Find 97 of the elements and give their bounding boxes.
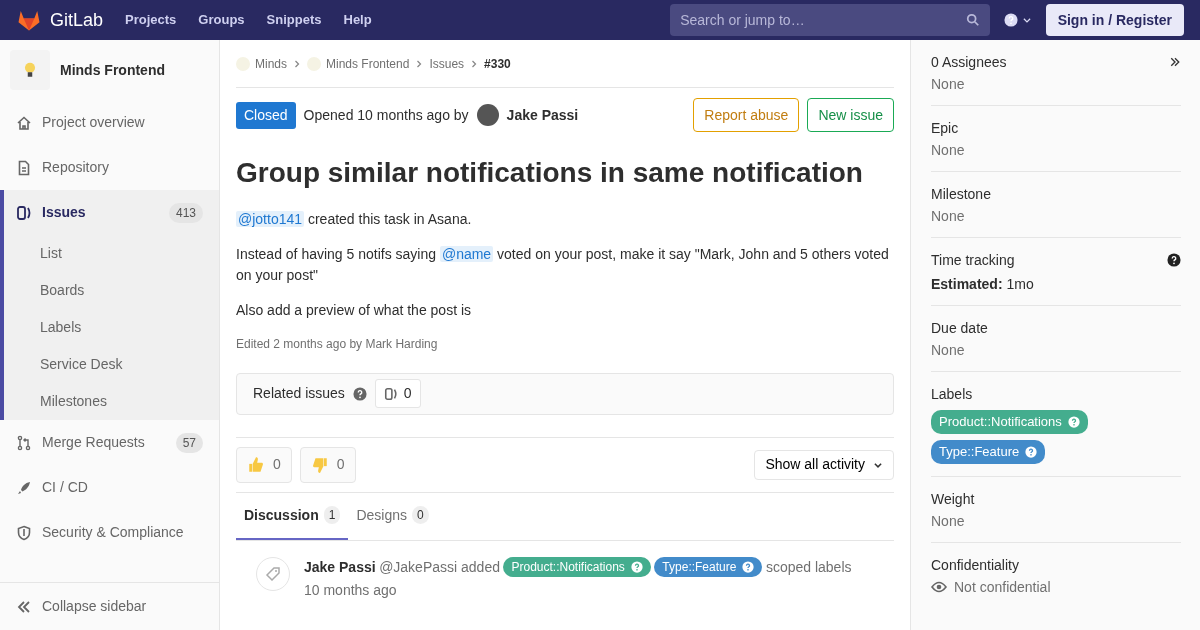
tag-icon bbox=[265, 565, 281, 582]
section-value: None bbox=[931, 512, 966, 531]
double-chevron-icon bbox=[16, 598, 32, 615]
nav-link[interactable]: Groups bbox=[198, 10, 245, 30]
help-icon bbox=[1025, 446, 1038, 458]
sign-in-button[interactable]: Sign in / Register bbox=[1045, 4, 1184, 36]
scoped-label[interactable]: Type::Feature bbox=[654, 557, 763, 578]
user-avatar bbox=[476, 104, 499, 126]
section-value: Not confidential bbox=[954, 578, 1051, 597]
nav-link[interactable]: Help bbox=[343, 10, 372, 30]
sidebar-item[interactable]: Merge Requests 57 bbox=[0, 420, 219, 465]
submenu-item[interactable]: Labels bbox=[4, 309, 219, 346]
submenu-item[interactable]: Service Desk bbox=[4, 346, 219, 383]
opened-text: Opened 10 months ago by bbox=[303, 105, 469, 125]
mention-link[interactable]: @name bbox=[439, 245, 494, 262]
section-title: Milestone bbox=[931, 185, 991, 204]
description-paragraph: Instead of having 5 notifs saying @name voted on your post, make it say "Mark, John and 5 others voted on your post" bbox=[236, 244, 890, 285]
description-paragraph: Also add a preview of what the post is bbox=[236, 300, 473, 320]
sidebar-item[interactable]: Repository bbox=[0, 145, 219, 190]
submenu-item[interactable]: Boards bbox=[4, 272, 219, 309]
sidebar-item[interactable]: CI / CD bbox=[0, 465, 219, 510]
help-icon bbox=[1067, 416, 1080, 428]
activity-filter-dropdown[interactable]: Show all activity bbox=[754, 449, 894, 480]
section-title: Weight bbox=[931, 490, 975, 509]
section-value: None bbox=[931, 341, 966, 360]
nav-link[interactable]: Snippets bbox=[266, 10, 322, 30]
group-avatar bbox=[307, 56, 321, 71]
nav-link[interactable]: Projects bbox=[125, 10, 177, 30]
edited-note: Edited 2 months ago by Mark Harding bbox=[236, 335, 439, 353]
home-icon bbox=[16, 114, 32, 131]
note-text: scoped labels bbox=[765, 557, 852, 577]
issue-title: Group similar notifications in same notification bbox=[236, 158, 864, 189]
report-abuse-button[interactable]: Report abuse bbox=[693, 98, 800, 132]
tab[interactable]: Discussion 1 bbox=[236, 492, 349, 540]
section-title: Labels bbox=[931, 385, 973, 404]
merge-icon bbox=[16, 434, 32, 451]
search-field[interactable]: Search or jump to… bbox=[670, 4, 991, 36]
author-link[interactable]: Jake Passi bbox=[304, 556, 376, 578]
breadcrumb-link[interactable]: Minds Frontend bbox=[307, 54, 410, 73]
section-value: None bbox=[931, 75, 966, 94]
section-value: None bbox=[931, 141, 966, 160]
sidebar-item[interactable]: Security & Compliance bbox=[0, 510, 219, 555]
new-issue-button[interactable]: New issue bbox=[807, 98, 894, 132]
chevron-icon bbox=[415, 59, 424, 68]
count-badge: 413 bbox=[168, 202, 203, 223]
award-button[interactable]: 0 bbox=[236, 446, 292, 483]
breadcrumb-link[interactable]: Minds bbox=[236, 54, 287, 73]
chevron-icon bbox=[293, 59, 301, 68]
issues-icon bbox=[16, 204, 32, 221]
section-title: 0 Assignees bbox=[931, 53, 1007, 72]
author-link[interactable]: Jake Passi bbox=[506, 104, 579, 126]
mention-link[interactable]: @jotto141 bbox=[236, 210, 305, 227]
help-icon bbox=[352, 386, 367, 401]
tab[interactable]: Designs 0 bbox=[348, 492, 437, 540]
search-icon bbox=[966, 13, 981, 27]
count-badge: 0 bbox=[412, 506, 429, 525]
section-value: None bbox=[931, 207, 966, 226]
section-title: Epic bbox=[931, 119, 959, 138]
note-text: @JakePassi added bbox=[379, 557, 500, 577]
section-title: Time tracking bbox=[931, 251, 1015, 270]
help-icon bbox=[742, 561, 755, 574]
eye-icon bbox=[931, 579, 947, 595]
section-title: Confidentiality bbox=[931, 556, 1019, 575]
brand-name[interactable]: GitLab bbox=[50, 6, 104, 34]
help-icon bbox=[1004, 13, 1019, 27]
sidebar-item[interactable]: Issues 413 bbox=[4, 190, 219, 235]
note-time: 10 months ago bbox=[304, 580, 398, 600]
help-icon bbox=[1167, 253, 1181, 267]
scoped-label[interactable]: Type::Feature bbox=[931, 440, 1046, 464]
document-icon bbox=[16, 159, 32, 176]
status-badge: Closed bbox=[236, 101, 296, 129]
submenu-item[interactable]: List bbox=[4, 235, 219, 272]
collapse-sidebar-button[interactable]: Collapse sidebar bbox=[0, 582, 219, 630]
estimate-label: Estimated: bbox=[931, 276, 1003, 292]
breadcrumb-link[interactable]: #330 bbox=[484, 54, 511, 73]
issues-icon bbox=[383, 386, 398, 401]
caret-icon bbox=[1021, 15, 1032, 25]
help-dropdown[interactable] bbox=[1004, 13, 1032, 27]
thumbs-up-icon bbox=[247, 455, 265, 474]
estimate-value: 1mo bbox=[1006, 276, 1034, 292]
sidebar-item[interactable]: Project overview bbox=[0, 100, 219, 145]
shield-icon bbox=[16, 524, 32, 541]
project-name[interactable]: Minds Frontend bbox=[60, 59, 165, 81]
help-icon bbox=[630, 561, 643, 574]
award-button[interactable]: 0 bbox=[299, 446, 356, 483]
chevron-icon bbox=[470, 59, 479, 68]
description-paragraph: @jotto141 created this task in Asana. bbox=[236, 209, 473, 229]
section-title: Due date bbox=[931, 319, 988, 338]
group-avatar bbox=[236, 56, 250, 71]
count-badge: 1 bbox=[323, 506, 341, 525]
related-count-badge: 0 bbox=[374, 379, 421, 409]
breadcrumb-link[interactable]: Issues bbox=[429, 54, 465, 73]
double-chevron-right-icon[interactable] bbox=[1169, 56, 1181, 68]
submenu-item[interactable]: Milestones bbox=[4, 383, 219, 420]
thumbs-down-icon bbox=[310, 455, 329, 474]
count-badge: 57 bbox=[175, 432, 203, 453]
related-issues-label: Related issues bbox=[253, 384, 345, 404]
